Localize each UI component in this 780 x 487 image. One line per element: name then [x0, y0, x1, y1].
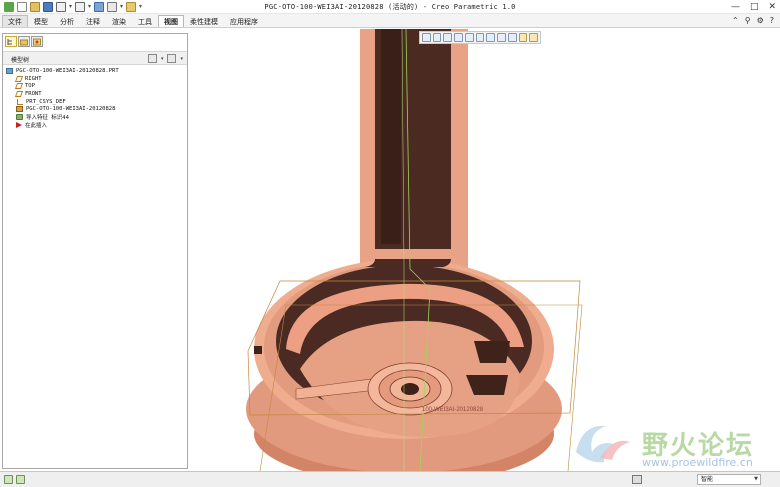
show-dropdown-icon[interactable]: ▾	[180, 56, 183, 62]
model-tree-tab-icon[interactable]	[5, 36, 17, 47]
model-tree-title: 模型树	[11, 57, 30, 64]
tree-item-front[interactable]: FRONT	[6, 90, 119, 98]
watermark-url: www.proewildfire.cn	[642, 456, 753, 469]
status-bar: 智能 ▼	[0, 471, 780, 487]
tab-tools[interactable]: 工具	[132, 15, 158, 27]
help-icon[interactable]: ?	[770, 16, 774, 26]
tree-item-label: PRT_CSYS_DEF	[26, 98, 66, 105]
tree-item-import-feature[interactable]: 导入特征 标识44	[6, 113, 119, 121]
import-feature-icon	[16, 113, 23, 120]
watermark-logo-icon	[576, 425, 630, 463]
saved-views-icon[interactable]	[464, 33, 474, 42]
minimize-ribbon-icon[interactable]: ⌃	[732, 16, 739, 26]
favorites-icon	[33, 38, 41, 45]
refit-icon[interactable]	[422, 33, 431, 42]
model-tree: PGC-OTO-100-WEI3AI-20120828.PRT RIGHT TO…	[6, 67, 119, 129]
datum-filters-icon[interactable]	[529, 33, 539, 42]
model-engraving: 100-WEI3AI-20120828	[422, 407, 484, 413]
model-hub-hole	[401, 383, 419, 395]
title-bar: ▾ ▾ ▾ ▾ PGC-OTO-100-WEI3AI-20120828 (活动的…	[0, 0, 780, 14]
tab-model[interactable]: 模型	[28, 15, 54, 27]
tree-item-label: 在此插入	[25, 122, 48, 129]
tree-item-part[interactable]: PGC-OTO-100-WEI3AI-20120828.PRT	[6, 67, 119, 75]
window-title: PGC-OTO-100-WEI3AI-20120828 (活动的) - Creo…	[264, 3, 516, 11]
tab-annotate[interactable]: 注释	[80, 15, 106, 27]
navigator-toggle-icon[interactable]	[4, 475, 13, 484]
model-neck-groove-shadow	[381, 29, 401, 244]
csys-icon	[16, 98, 23, 105]
zoom-out-icon[interactable]	[443, 33, 453, 42]
view-manager-icon[interactable]	[486, 33, 496, 42]
window-controls: — □ ✕	[731, 1, 776, 13]
show-columns-icon[interactable]	[167, 54, 177, 63]
display-style-icon[interactable]	[475, 33, 485, 42]
maximize-button[interactable]: □	[750, 1, 759, 13]
settings-icon[interactable]: ⚙	[757, 16, 764, 26]
favorites-tab-icon[interactable]	[31, 36, 43, 47]
tab-analysis[interactable]: 分析	[54, 15, 80, 27]
ribbon-tabs: 文件 模型 分析 注释 渲染 工具 视图 柔性建模 应用程序	[2, 15, 264, 27]
insert-here-icon	[16, 121, 22, 128]
model-notch	[254, 346, 262, 354]
close-button[interactable]: ✕	[768, 1, 776, 13]
browser-toggle-icon[interactable]	[16, 475, 25, 484]
model-tree-tools: ▾ ▾	[147, 54, 183, 63]
tree-item-label: RIGHT	[25, 75, 42, 82]
search-icon[interactable]: ⚲	[745, 16, 751, 26]
tree-settings-icon[interactable]	[147, 54, 157, 63]
tree-item-right[interactable]: RIGHT	[6, 75, 119, 83]
tree-item-label: TOP	[25, 83, 35, 90]
tab-view[interactable]: 视图	[158, 15, 184, 27]
graphics-toolbar	[419, 31, 541, 44]
ribbon-right-controls: ⌃ ⚲ ⚙ ?	[732, 16, 774, 26]
perspective-icon[interactable]	[497, 33, 506, 42]
tree-item-top[interactable]: TOP	[6, 82, 119, 90]
selection-filter[interactable]: 智能 ▼	[697, 474, 761, 485]
tree-item-label: FRONT	[25, 90, 42, 97]
chevron-down-icon[interactable]: ▼	[754, 475, 758, 484]
navigator-tabs	[5, 36, 43, 47]
tree-item-label: PGC-OTO-100-WEI3AI-20120828.PRT	[16, 67, 119, 74]
tree-settings-dropdown-icon[interactable]: ▾	[161, 56, 164, 62]
tree-item-label: PGC-OTO-100-WEI3AI-20120828	[26, 106, 116, 113]
watermark: 野火论坛 www.proewildfire.cn	[570, 418, 780, 471]
status-bar-left	[4, 475, 25, 484]
repaint-icon[interactable]	[454, 33, 463, 42]
datum-plane-icon	[14, 90, 24, 97]
tree-item-insert-here[interactable]: 在此插入	[6, 121, 119, 129]
graphics-window[interactable]: 100-WEI3AI-20120828 野火论坛 www.proewildfir…	[190, 29, 780, 471]
folder-browser-tab-icon[interactable]	[18, 36, 30, 47]
tree-item-csys[interactable]: PRT_CSYS_DEF	[6, 98, 119, 106]
zoom-in-icon[interactable]	[432, 33, 442, 42]
datum-plane-icon	[14, 75, 24, 82]
model-tree-header: 模型树 ▾ ▾	[3, 51, 187, 65]
minimize-button[interactable]: —	[731, 1, 740, 13]
tab-file[interactable]: 文件	[2, 15, 28, 27]
tab-render[interactable]: 渲染	[106, 15, 132, 27]
feature-icon	[16, 106, 23, 113]
datum-display-icon[interactable]	[518, 33, 528, 42]
navigator-panel: 模型树 ▾ ▾ PGC-OTO-100-WEI3AI-20120828.PRT …	[2, 33, 188, 469]
model-viewport[interactable]: 100-WEI3AI-20120828	[190, 29, 780, 471]
spin-center-icon[interactable]	[507, 33, 517, 42]
tree-icon	[7, 38, 12, 45]
tree-item-feature[interactable]: PGC-OTO-100-WEI3AI-20120828	[6, 105, 119, 113]
model-slot-upper	[474, 341, 510, 363]
tab-flexible-modeling[interactable]: 柔性建模	[184, 15, 224, 27]
ribbon: 文件 模型 分析 注释 渲染 工具 视图 柔性建模 应用程序 ⌃ ⚲ ⚙ ?	[0, 14, 780, 28]
model-neck-join	[365, 259, 451, 267]
tab-applications[interactable]: 应用程序	[224, 15, 264, 27]
selection-icon[interactable]	[632, 475, 642, 484]
selection-filter-value: 智能	[701, 476, 714, 483]
datum-plane-icon	[14, 83, 24, 90]
part-icon	[6, 67, 13, 74]
folder-icon	[20, 39, 28, 45]
